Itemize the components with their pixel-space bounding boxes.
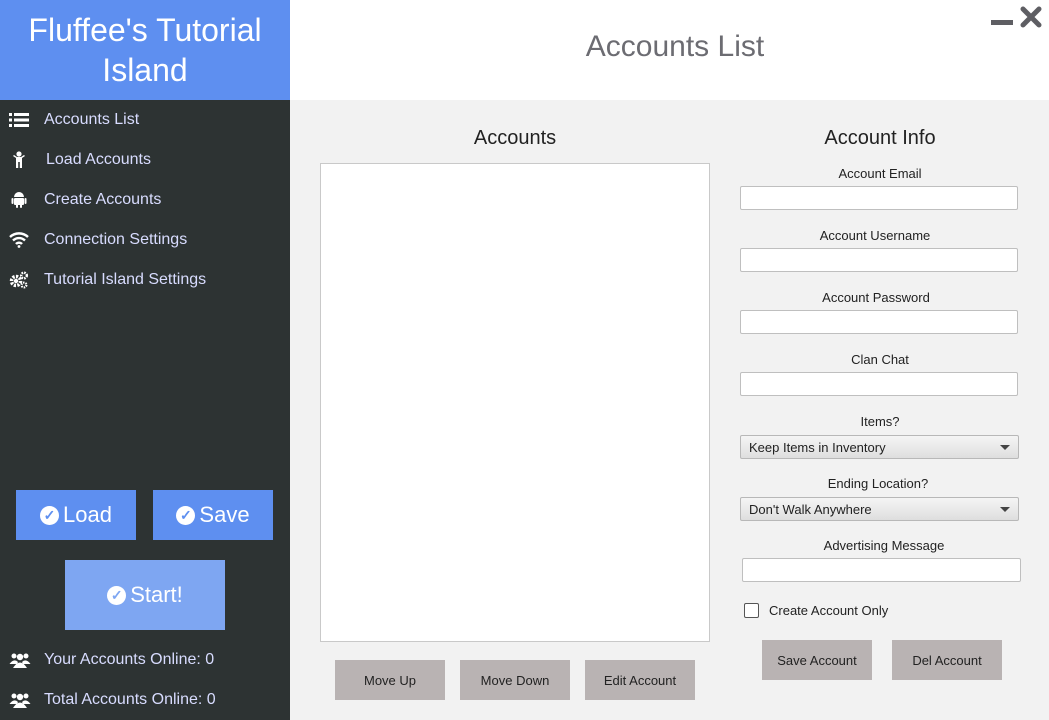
your-accounts-online: Your Accounts Online: 0 — [0, 645, 290, 675]
check-circle-icon: ✓ — [107, 585, 127, 605]
nav-label: Create Accounts — [44, 191, 162, 208]
users-icon — [9, 690, 31, 710]
advertising-message-field[interactable] — [742, 558, 1021, 582]
list-icon — [9, 110, 29, 130]
items-select-value: Keep Items in Inventory — [749, 439, 886, 455]
check-circle-icon: ✓ — [40, 505, 60, 525]
android-icon — [9, 190, 29, 210]
total-accounts-online: Total Accounts Online: 0 — [0, 685, 290, 715]
account-info-title: Account Info — [824, 127, 936, 149]
create-account-only-row: Create Account Only — [744, 603, 888, 618]
accounts-title: Accounts — [473, 127, 557, 149]
clan-chat-field[interactable] — [740, 372, 1018, 396]
close-icon — [1020, 6, 1042, 28]
nav-item-tutorial-island-settings[interactable]: Tutorial Island Settings — [0, 260, 290, 300]
load-button[interactable]: ✓ Load — [16, 490, 136, 540]
minimize-button[interactable] — [990, 8, 1014, 35]
advertising-message-label: Advertising Message — [823, 538, 945, 553]
nav-label: Connection Settings — [44, 231, 188, 248]
create-account-only-label: Create Account Only — [769, 603, 889, 618]
nav-item-load-accounts[interactable]: Load Accounts — [0, 140, 290, 180]
save-button[interactable]: ✓ Save — [153, 490, 273, 540]
ending-location-label: Ending Location? — [827, 476, 929, 491]
accounts-listbox[interactable] — [320, 163, 710, 642]
create-account-only-checkbox[interactable] — [744, 603, 759, 618]
nav-item-connection-settings[interactable]: Connection Settings — [0, 220, 290, 260]
sidebar: Fluffee's Tutorial Island Accounts List … — [0, 0, 290, 720]
person-icon — [9, 150, 29, 170]
nav-label: Tutorial Island Settings — [44, 271, 207, 288]
move-down-button[interactable]: Move Down — [460, 660, 570, 700]
save-account-button[interactable]: Save Account — [762, 640, 872, 680]
your-accounts-label: Your Accounts Online: 0 — [44, 651, 215, 668]
items-label: Items? — [860, 414, 900, 429]
nav-item-create-accounts[interactable]: Create Accounts — [0, 180, 290, 220]
start-button-label: Start! — [130, 582, 183, 607]
username-field[interactable] — [740, 248, 1018, 272]
load-button-label: Load — [63, 502, 112, 527]
items-select[interactable]: Keep Items in Inventory — [740, 435, 1019, 459]
password-label: Account Password — [822, 290, 930, 305]
wifi-icon — [9, 230, 29, 250]
page-title: Accounts List — [585, 30, 765, 63]
nav-label: Load Accounts — [46, 151, 151, 168]
edit-account-button[interactable]: Edit Account — [585, 660, 695, 700]
username-label: Account Username — [819, 228, 931, 243]
chevron-down-icon — [1000, 506, 1010, 512]
chevron-down-icon — [1000, 444, 1010, 450]
del-account-button[interactable]: Del Account — [892, 640, 1002, 680]
password-field[interactable] — [740, 310, 1018, 334]
close-button[interactable] — [1020, 6, 1042, 33]
users-icon — [9, 650, 31, 670]
nav-label: Accounts List — [44, 111, 140, 128]
ending-location-select[interactable]: Don't Walk Anywhere — [740, 497, 1019, 521]
app-title: Fluffee's Tutorial Island — [0, 0, 290, 100]
start-button[interactable]: ✓ Start! — [65, 560, 225, 630]
save-button-label: Save — [199, 502, 250, 527]
total-accounts-label: Total Accounts Online: 0 — [44, 691, 216, 708]
check-circle-icon: ✓ — [176, 505, 196, 525]
gears-icon — [9, 270, 29, 290]
email-label: Account Email — [838, 166, 922, 181]
clan-chat-label: Clan Chat — [851, 352, 909, 367]
nav-item-accounts-list[interactable]: Accounts List — [0, 100, 290, 140]
move-up-button[interactable]: Move Up — [335, 660, 445, 700]
email-field[interactable] — [740, 186, 1018, 210]
ending-location-value: Don't Walk Anywhere — [749, 501, 872, 517]
minimize-icon — [991, 20, 1013, 25]
